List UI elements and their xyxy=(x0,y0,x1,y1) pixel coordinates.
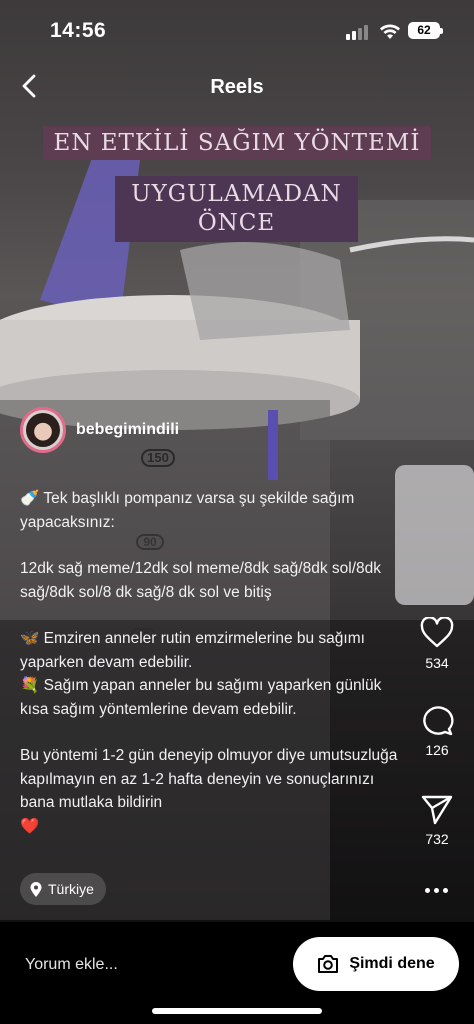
location-pin-icon xyxy=(30,881,42,897)
share-count: 732 xyxy=(425,831,449,847)
caption-tip-2: 💐 Sağım yapan anneler bu sağımı yaparken… xyxy=(20,677,382,718)
try-now-label: Şimdi dene xyxy=(349,955,435,972)
video-banner-subtitle: UYGULAMADAN ÖNCE xyxy=(115,176,358,242)
heart-icon xyxy=(420,617,454,648)
caption-schedule: 12dk sağ meme/12dk sol meme/8dk sağ/8dk … xyxy=(20,560,381,601)
status-bar: 14:56 62 xyxy=(0,0,474,60)
more-options-icon[interactable] xyxy=(423,880,451,900)
banner-line-a: UYGULAMADAN xyxy=(131,181,342,207)
camera-icon xyxy=(318,955,339,973)
page-title: Reels xyxy=(210,76,264,98)
send-icon xyxy=(421,795,453,825)
home-indicator xyxy=(152,1008,322,1014)
share-button[interactable]: 732 xyxy=(412,793,462,847)
caption-heart: ❤️ xyxy=(20,817,40,835)
battery-icon: 62 xyxy=(408,22,443,39)
status-time: 14:56 xyxy=(50,19,107,42)
caption[interactable]: 🍼 Tek başlıklı pompanız varsa şu şekilde… xyxy=(20,487,404,838)
comment-icon xyxy=(423,706,454,736)
try-now-button[interactable]: Şimdi dene xyxy=(293,937,459,991)
comment-input[interactable]: Yorum ekle... xyxy=(25,956,118,974)
author-username[interactable]: bebegimindili xyxy=(76,421,179,439)
signal-icon xyxy=(346,24,372,40)
video-banner-title: EN ETKİLİ SAĞIM YÖNTEMİ xyxy=(43,126,431,160)
caption-tip-1: 🦋 Emziren anneler rutin emzirmelerine bu… xyxy=(20,630,365,671)
banner-line-b: ÖNCE xyxy=(197,210,276,236)
bottom-bar: Yorum ekle... Şimdi dene xyxy=(0,922,474,1024)
location-label: Türkiye xyxy=(48,881,94,897)
location-tag[interactable]: Türkiye xyxy=(20,873,106,905)
bottle-mark-150: 150 xyxy=(141,449,175,467)
caption-intro: 🍼 Tek başlıklı pompanız varsa şu şekilde… xyxy=(20,490,355,531)
wifi-icon xyxy=(380,24,400,39)
comment-count: 126 xyxy=(425,742,449,758)
like-count: 534 xyxy=(425,655,449,671)
avatar[interactable] xyxy=(20,407,66,453)
caption-outro: Bu yöntemi 1-2 gün deneyip olmuyor diye … xyxy=(20,747,398,811)
comment-button[interactable]: 126 xyxy=(412,704,462,758)
like-button[interactable]: 534 xyxy=(412,617,462,671)
